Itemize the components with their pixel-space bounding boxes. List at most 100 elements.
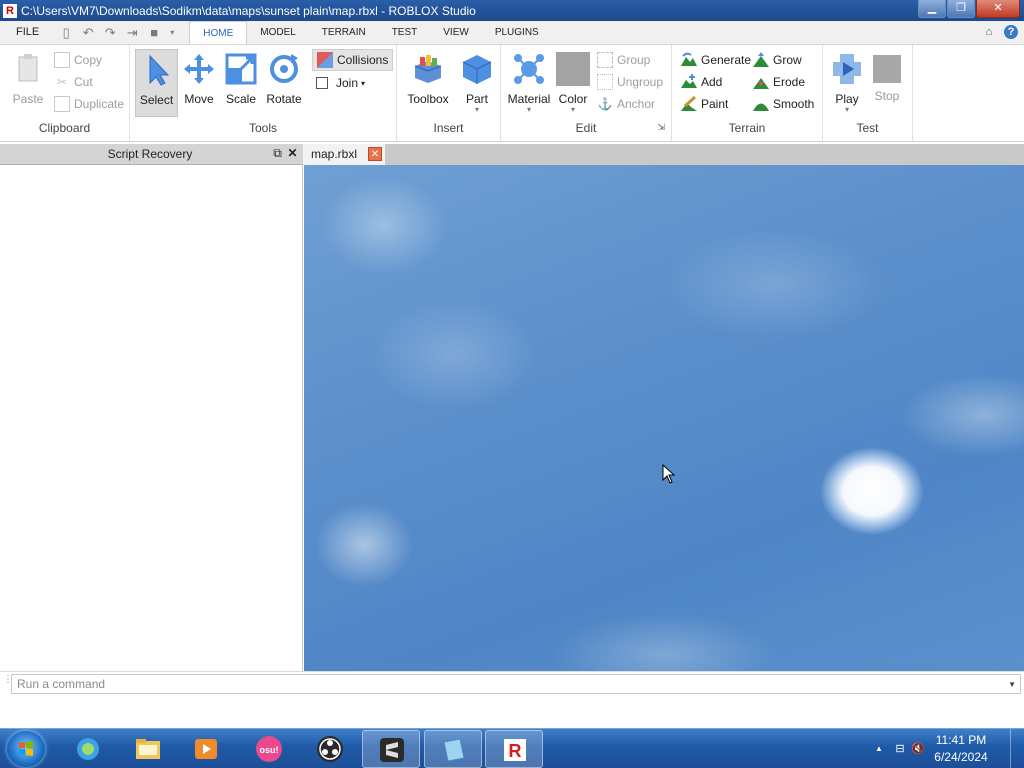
- internet-explorer-icon: [77, 738, 99, 760]
- stop-button[interactable]: Stop: [867, 49, 907, 117]
- maximize-button[interactable]: ❐: [947, 0, 975, 18]
- grow-terrain-button[interactable]: Grow: [753, 50, 802, 70]
- close-tab-icon[interactable]: ✕: [368, 147, 382, 161]
- ungroup-icon: [597, 74, 613, 90]
- erode-terrain-button[interactable]: Erode: [753, 72, 805, 92]
- select-button[interactable]: Select: [135, 49, 178, 117]
- join-toggle[interactable]: Join ▾: [316, 73, 365, 93]
- tab-model[interactable]: MODEL: [247, 21, 309, 44]
- rotate-button[interactable]: Rotate: [261, 49, 307, 117]
- show-desktop-button[interactable]: [1010, 729, 1024, 768]
- edit-group-label: Edit: [575, 121, 597, 135]
- close-panel-icon[interactable]: ✕: [286, 147, 299, 160]
- grow-terrain-label: Grow: [773, 53, 802, 67]
- new-file-icon[interactable]: ▯: [58, 25, 74, 41]
- play-label: Play: [835, 92, 859, 106]
- clipboard-group: Paste Copy ✂ Cut Duplicate Clipboard: [0, 45, 130, 141]
- paste-icon: [18, 54, 38, 82]
- anchor-button[interactable]: ⚓ Anchor: [597, 94, 656, 114]
- collisions-label: Collisions: [337, 53, 389, 67]
- tab-test[interactable]: TEST: [379, 21, 431, 44]
- play-dropdown-icon[interactable]: ▾: [827, 106, 867, 114]
- publish-icon[interactable]: ⇥: [124, 25, 140, 41]
- generate-button[interactable]: Generate: [681, 50, 751, 70]
- taskbar-obs[interactable]: [301, 730, 359, 768]
- tab-home[interactable]: HOME: [189, 21, 248, 44]
- command-history-dropdown-icon[interactable]: ▼: [1008, 680, 1016, 689]
- osu-icon: osu!: [256, 736, 282, 762]
- mouse-cursor-icon: [662, 464, 676, 484]
- scale-button[interactable]: Scale: [219, 49, 263, 117]
- material-dropdown-icon[interactable]: ▾: [507, 106, 551, 114]
- paint-terrain-button[interactable]: Paint: [681, 94, 728, 114]
- join-checkbox-icon: [316, 77, 328, 89]
- material-icon: [514, 54, 544, 84]
- generate-label: Generate: [701, 53, 752, 67]
- toolbox-label: Toolbox: [407, 92, 449, 106]
- part-dropdown-icon[interactable]: ▾: [455, 106, 499, 114]
- toolbox-icon: [414, 55, 442, 83]
- taskbar-roblox-studio[interactable]: R: [485, 730, 543, 768]
- float-panel-icon[interactable]: ⧉: [271, 147, 284, 160]
- copy-label: Copy: [74, 53, 103, 67]
- move-arrows-icon: [184, 54, 214, 84]
- command-bar-grip-icon[interactable]: ⋮: [3, 675, 13, 693]
- 3d-viewport[interactable]: [304, 165, 1024, 671]
- redo-icon[interactable]: ↷: [102, 25, 118, 41]
- play-button[interactable]: Play ▾: [827, 49, 867, 117]
- part-button[interactable]: Part ▾: [455, 49, 499, 117]
- taskbar-ie[interactable]: [59, 730, 117, 768]
- tab-map-rbxl[interactable]: map.rbxl ✕: [303, 144, 385, 165]
- duplicate-button[interactable]: Duplicate: [54, 94, 124, 114]
- taskbar-notes[interactable]: [424, 730, 482, 768]
- tab-file[interactable]: FILE: [0, 21, 55, 44]
- scale-label: Scale: [225, 92, 257, 106]
- color-dropdown-icon[interactable]: ▾: [551, 106, 595, 114]
- cut-button[interactable]: ✂ Cut: [54, 72, 93, 92]
- smooth-terrain-label: Smooth: [773, 97, 815, 111]
- start-button[interactable]: [7, 731, 45, 767]
- clock-date[interactable]: 6/24/2024: [926, 750, 996, 764]
- close-button[interactable]: ✕: [976, 0, 1020, 18]
- show-hidden-icons-icon[interactable]: ▲: [872, 742, 886, 756]
- color-swatch-icon: [556, 52, 590, 86]
- script-recovery-header: Script Recovery ⧉ ✕: [0, 144, 303, 165]
- add-terrain-button[interactable]: Add: [681, 72, 722, 92]
- taskbar-osu[interactable]: osu!: [240, 730, 298, 768]
- file-explorer-icon: [136, 739, 160, 759]
- terrain-group-label: Terrain: [728, 121, 766, 135]
- tab-view[interactable]: VIEW: [430, 21, 482, 44]
- ungroup-button[interactable]: Ungroup: [597, 72, 663, 92]
- stop-label: Stop: [874, 89, 900, 103]
- window-controls: ▁ ❐ ✕: [917, 0, 1020, 18]
- paste-button[interactable]: Paste: [6, 49, 50, 117]
- taskbar-explorer[interactable]: [119, 730, 177, 768]
- minimize-button[interactable]: ▁: [918, 0, 946, 18]
- clock-time[interactable]: 11:41 PM: [926, 733, 996, 747]
- color-button[interactable]: Color ▾: [551, 49, 595, 117]
- move-button[interactable]: Move: [177, 49, 221, 117]
- command-input[interactable]: [11, 674, 1021, 694]
- collisions-toggle[interactable]: Collisions: [312, 49, 394, 71]
- network-icon[interactable]: ⊟: [893, 742, 907, 756]
- test-group: Play ▾ Stop Test: [823, 45, 913, 141]
- ribbon: Paste Copy ✂ Cut Duplicate Clipboard Sel…: [0, 45, 1024, 142]
- taskbar-media-player[interactable]: [177, 730, 235, 768]
- copy-button[interactable]: Copy: [54, 50, 102, 70]
- smooth-terrain-icon: [753, 103, 769, 111]
- undo-icon[interactable]: ↶: [80, 25, 96, 41]
- script-recovery-panel: [0, 165, 303, 671]
- tab-terrain[interactable]: TERRAIN: [309, 21, 379, 44]
- volume-muted-icon[interactable]: 🔇: [911, 742, 925, 756]
- toolbox-button[interactable]: Toolbox: [405, 49, 451, 117]
- customize-dropdown-icon[interactable]: ▾: [168, 25, 176, 41]
- tab-plugins[interactable]: PLUGINS: [482, 21, 552, 44]
- stop-small-icon[interactable]: ■: [146, 25, 162, 41]
- smooth-terrain-button[interactable]: Smooth: [753, 94, 814, 114]
- material-button[interactable]: Material ▾: [507, 49, 551, 117]
- group-button[interactable]: Group: [597, 50, 650, 70]
- help-icon[interactable]: ?: [1004, 25, 1018, 39]
- taskbar-sublime[interactable]: [362, 730, 420, 768]
- group-icon: [597, 52, 613, 68]
- collapse-ribbon-icon[interactable]: ⌂: [982, 25, 996, 39]
